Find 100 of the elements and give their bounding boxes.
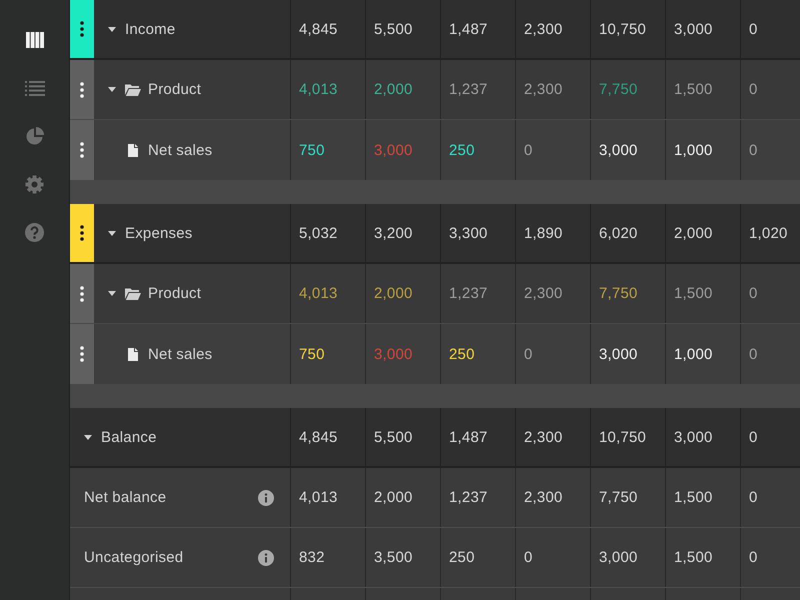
drag-handle[interactable] [70,0,94,58]
table-cell: 7,750 [590,264,665,323]
table-cell: 750 [290,120,365,180]
table-cell: 2,300 [515,0,590,58]
caret-icon[interactable] [108,26,116,32]
file-icon [128,348,138,360]
table-cell: 3,200 [365,204,440,262]
table-cell: 0 [515,324,590,384]
table-cell: 750 [290,324,365,384]
columns-icon[interactable] [26,32,44,48]
table-cell: 832 [290,528,365,587]
row-label: Uncategorised [84,549,184,566]
table-cell: 4,013 [290,468,365,527]
table-cell: 3,500 [365,528,440,587]
table-cell: 250 [440,120,515,180]
caret-icon[interactable] [84,434,92,440]
help-icon[interactable] [25,222,44,242]
table-cell: 3,300 [440,204,515,262]
caret-icon[interactable] [108,291,116,296]
pie-chart-icon[interactable] [26,127,44,145]
table-cell: 6,020 [590,204,665,262]
row-label: Net sales [148,142,212,158]
dots-icon [80,82,84,98]
dots-icon [80,21,84,37]
drag-handle[interactable] [70,204,94,262]
table-cell: 1,500 [665,468,740,527]
table-cell: 0 [740,408,800,466]
table-cell: 3,000 [590,324,665,384]
table-cell: 0 [740,528,800,587]
table-cell: 3,000 [665,0,740,58]
table-cell: 3,000 [665,408,740,466]
table-cell: 2,300 [515,408,590,466]
list-icon[interactable] [24,80,44,96]
table-cell: 2,300 [515,468,590,527]
table-cell: 7,750 [590,468,665,527]
row-label: Net sales [148,346,212,362]
table-cell: 250 [440,324,515,384]
table-cell: 1,237 [440,264,515,323]
folder-icon [125,84,141,96]
table-cell: 0 [740,324,800,384]
table-cell: 0 [740,120,800,180]
table-cell: 2,000 [665,204,740,262]
caret-icon[interactable] [108,87,116,92]
table-cell: 2,300 [515,60,590,119]
drag-handle[interactable] [70,324,94,384]
drag-handle[interactable] [70,60,94,119]
table-cell: 4,013 [290,60,365,119]
table-cell: 1,500 [665,528,740,587]
table-cell: 1,237 [440,60,515,119]
table-cell: 2,000 [365,60,440,119]
row-label: Product [148,81,202,98]
table-cell: 1,890 [515,204,590,262]
table-cell: 1,000 [665,324,740,384]
table-cell: 0 [740,60,800,119]
table-cell: 2,000 [365,468,440,527]
table-cell: 0 [515,120,590,180]
row-label: Net balance [84,489,166,506]
row-label: Income [125,20,176,38]
table-cell: 3,000 [365,324,440,384]
table-cell: 10,750 [590,408,665,466]
table-cell: 1,020 [740,204,800,262]
table-cell: 0 [740,0,800,58]
table-cell: 2,300 [515,264,590,323]
table-cell: 4,013 [290,264,365,323]
folder-icon [125,288,141,300]
row-label: Product [148,285,202,302]
dots-icon [80,225,84,241]
table-cell: 250 [440,528,515,587]
dots-icon [80,346,84,362]
table-cell: 10,750 [590,0,665,58]
table-cell: 0 [515,528,590,587]
table-cell: 0 [740,264,800,323]
table-cell: 4,845 [290,0,365,58]
table-cell: 2,000 [365,264,440,323]
table-cell: 1,500 [665,264,740,323]
table-cell: 3,000 [590,120,665,180]
table-cell: 3,000 [365,120,440,180]
row-label: Balance [101,428,157,446]
info-icon[interactable] [258,490,274,506]
settings-icon[interactable] [25,174,44,194]
table-cell: 5,500 [365,408,440,466]
drag-handle[interactable] [70,264,94,323]
dots-icon [80,142,84,158]
table-cell: 1,237 [440,468,515,527]
table-cell: 0 [740,468,800,527]
drag-handle[interactable] [70,120,94,180]
row-label: Expenses [125,224,192,242]
dots-icon [80,286,84,302]
file-icon [128,144,138,156]
table-cell: 1,500 [665,60,740,119]
table-cell: 5,500 [365,0,440,58]
table-cell: 1,487 [440,0,515,58]
table-cell: 3,000 [590,528,665,587]
table-cell: 1,487 [440,408,515,466]
caret-icon[interactable] [108,230,116,236]
table-cell: 7,750 [590,60,665,119]
table-cell: 1,000 [665,120,740,180]
info-icon[interactable] [258,550,274,566]
table-cell: 4,845 [290,408,365,466]
table-cell: 5,032 [290,204,365,262]
